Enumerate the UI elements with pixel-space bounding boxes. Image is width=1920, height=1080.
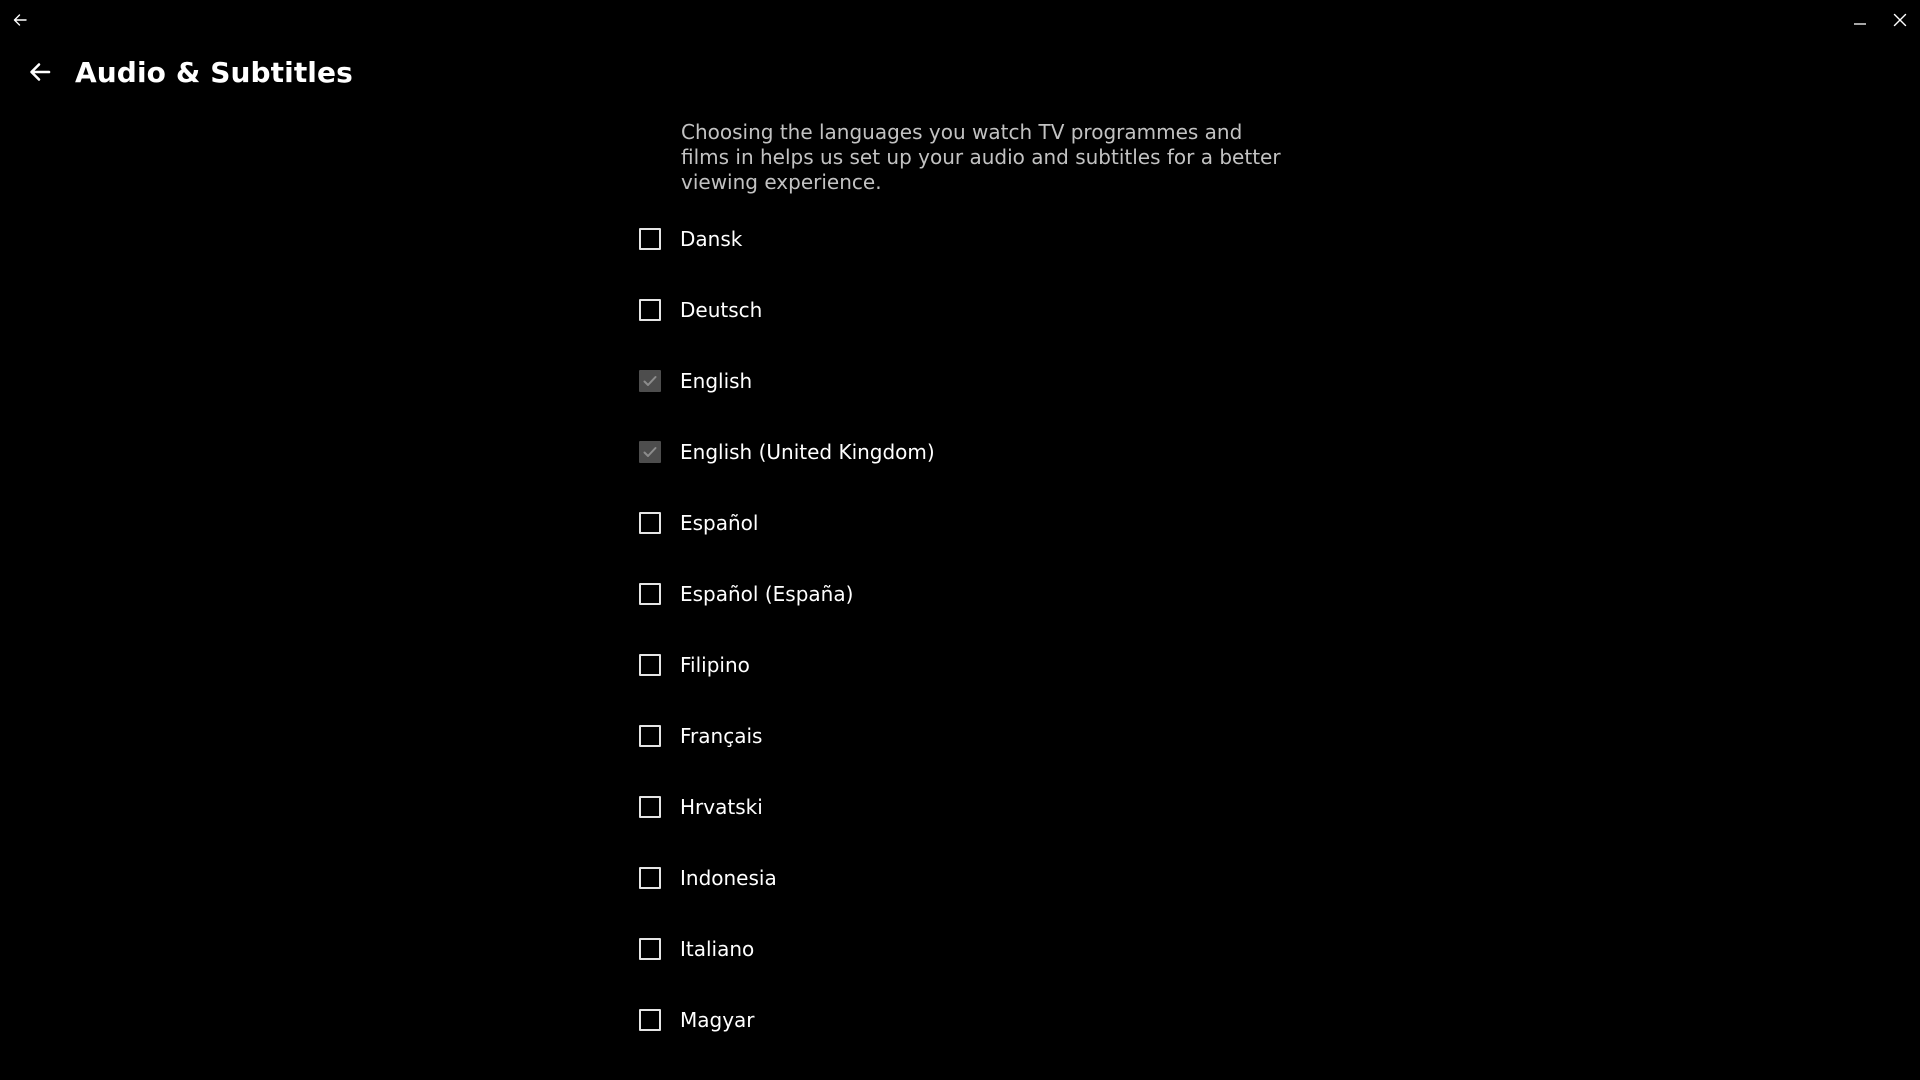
checkmark-icon xyxy=(643,446,657,457)
checkbox-unchecked[interactable] xyxy=(639,511,661,534)
checkbox-unchecked[interactable] xyxy=(639,724,661,747)
checkmark-icon xyxy=(643,375,657,386)
close-icon xyxy=(1893,13,1907,27)
checkbox-unchecked[interactable] xyxy=(639,227,661,250)
language-option-fran-ais[interactable]: Français xyxy=(639,700,1279,771)
checkbox-unchecked[interactable] xyxy=(639,866,661,889)
description-text: Choosing the languages you watch TV prog… xyxy=(681,120,1281,194)
language-label: Magyar xyxy=(680,1007,755,1032)
checkbox-checked[interactable] xyxy=(639,440,661,463)
language-option-filipino[interactable]: Filipino xyxy=(639,629,1279,700)
language-label: Filipino xyxy=(680,652,750,677)
checkbox-unchecked[interactable] xyxy=(639,653,661,676)
titlebar-back-button[interactable] xyxy=(0,0,40,40)
minimize-button[interactable] xyxy=(1840,0,1880,40)
language-option-item-12[interactable] xyxy=(639,1055,1279,1080)
arrow-left-icon xyxy=(30,63,51,81)
page-header: Audio & Subtitles xyxy=(0,48,353,96)
language-label: Dansk xyxy=(680,226,743,251)
language-option-indonesia[interactable]: Indonesia xyxy=(639,842,1279,913)
page-title: Audio & Subtitles xyxy=(75,55,353,89)
checkbox-unchecked[interactable] xyxy=(639,795,661,818)
checkbox-unchecked[interactable] xyxy=(639,582,661,605)
language-label: Français xyxy=(680,723,763,748)
language-label: English xyxy=(680,368,753,393)
title-bar xyxy=(0,0,1920,40)
back-button[interactable] xyxy=(16,48,64,96)
language-option-english-united-kingdom[interactable]: English (United Kingdom) xyxy=(639,416,1279,487)
checkbox-unchecked[interactable] xyxy=(639,298,661,321)
checkbox-checked[interactable] xyxy=(639,369,661,392)
language-option-italiano[interactable]: Italiano xyxy=(639,913,1279,984)
language-label: Español xyxy=(680,510,759,535)
language-option-magyar[interactable]: Magyar xyxy=(639,984,1279,1055)
language-list: Dansk Deutsch English English (United Ki… xyxy=(639,203,1279,1080)
language-option-espa-ol-espa-a[interactable]: Español (España) xyxy=(639,558,1279,629)
language-settings: Choosing the languages you watch TV prog… xyxy=(639,120,1281,1080)
language-option-espa-ol[interactable]: Español xyxy=(639,487,1279,558)
close-button[interactable] xyxy=(1880,0,1920,40)
language-option-english[interactable]: English xyxy=(639,345,1279,416)
language-option-deutsch[interactable]: Deutsch xyxy=(639,274,1279,345)
checkbox-unchecked[interactable] xyxy=(639,1008,661,1031)
checkbox-unchecked[interactable] xyxy=(639,937,661,960)
language-label: Español (España) xyxy=(680,581,854,606)
minimize-icon xyxy=(1854,23,1866,25)
language-option-hrvatski[interactable]: Hrvatski xyxy=(639,771,1279,842)
app-window: Audio & Subtitles Choosing the languages… xyxy=(0,0,1920,1080)
language-option-dansk[interactable]: Dansk xyxy=(639,203,1279,274)
language-label: English (United Kingdom) xyxy=(680,439,935,464)
language-label: Deutsch xyxy=(680,297,763,322)
language-label: Indonesia xyxy=(680,865,777,890)
language-label: Italiano xyxy=(680,936,755,961)
arrow-left-icon xyxy=(13,14,27,26)
language-label: Hrvatski xyxy=(680,794,763,819)
